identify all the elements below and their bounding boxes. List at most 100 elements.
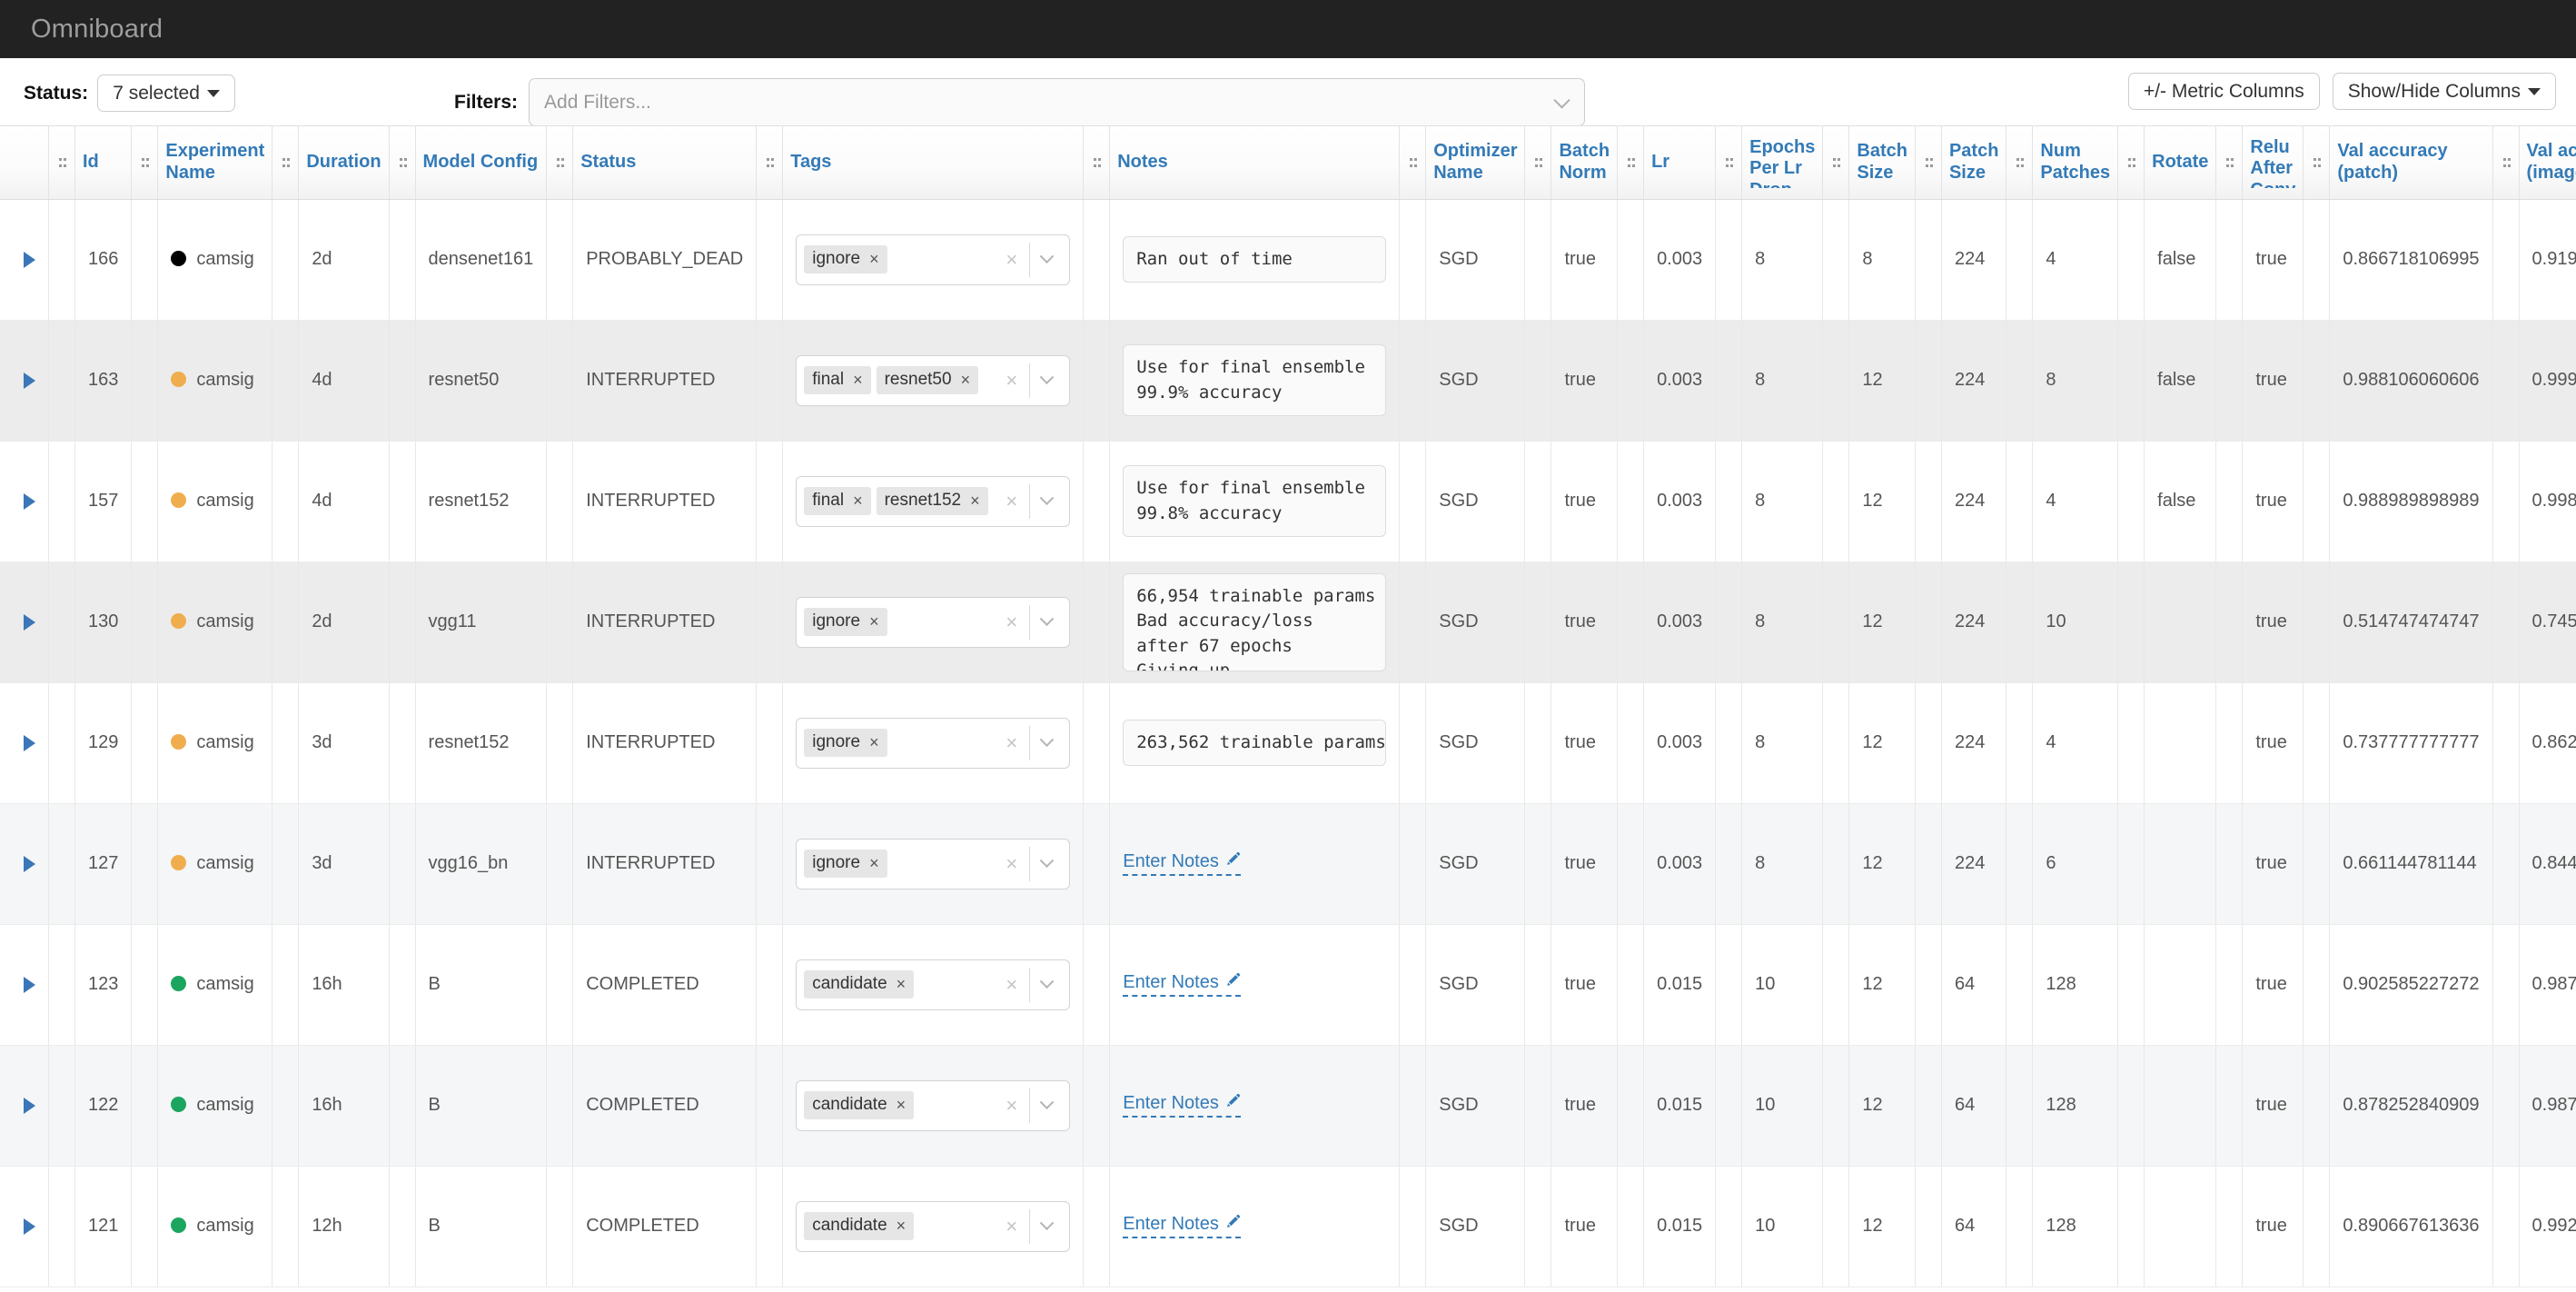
column-header-optimizer_name[interactable]: Optimizer Name [1425,126,1525,200]
remove-tag-icon[interactable]: × [869,854,879,873]
tags-select[interactable]: ignore × × [796,717,1071,769]
row-expander-cell[interactable] [0,562,49,683]
expand-row-triangle-icon[interactable] [24,1097,35,1114]
notes-text[interactable]: Ran out of time [1123,235,1387,283]
expand-row-triangle-icon[interactable] [24,492,35,510]
tag-chip[interactable]: candidate × [804,1212,915,1240]
notes-text[interactable]: 263,562 trainable params [1123,719,1387,767]
column-header-batch_size[interactable]: Batch Size [1848,126,1916,200]
expand-row-triangle-icon[interactable] [24,613,35,631]
tags-select[interactable]: candidate × × [796,1079,1071,1131]
column-drag-handle-epochs_per_lr[interactable] [1715,126,1743,200]
enter-notes-link[interactable]: Enter Notes [1123,1214,1241,1238]
column-header-val_accuracy_patch[interactable]: Val accuracy (patch) [2329,126,2493,200]
tags-select[interactable]: ignore × × [796,596,1071,648]
tag-chip[interactable]: final × [804,487,871,515]
column-drag-handle-lr[interactable] [1617,126,1645,200]
column-header-rotate[interactable]: Rotate [2144,126,2216,200]
row-expander-cell[interactable] [0,320,49,442]
column-drag-handle-patch_size[interactable] [1914,126,1942,200]
row-expander-cell[interactable] [0,441,49,562]
clear-tags-icon[interactable]: × [994,731,1029,755]
column-header-model_config[interactable]: Model Config [415,126,547,200]
tags-select[interactable]: final × resnet50 × × [796,354,1071,406]
runs-table-container[interactable]: Id Experiment Name Duration Model Config Sta… [0,125,2576,1292]
table-row[interactable]: 163 camsig 4d resnet50 INTERRUPTED final × resn… [0,320,2576,442]
column-drag-handle-val_accuracy_image[interactable] [2492,126,2520,200]
column-drag-handle-batch_size[interactable] [1822,126,1850,200]
column-drag-handle-duration[interactable] [272,126,300,200]
tags-dropdown-chevron-icon[interactable] [1030,1095,1064,1110]
tags-select[interactable]: final × resnet152 × × [796,475,1071,527]
table-row[interactable]: 123 camsig 16h B COMPLETED candidate × × Enter N… [0,924,2576,1046]
expand-row-triangle-icon[interactable] [24,372,35,389]
column-drag-handle-optimizer_name[interactable] [1399,126,1427,200]
tag-chip[interactable]: candidate × [804,970,915,999]
tag-chip[interactable]: candidate × [804,1091,915,1119]
column-drag-handle-notes[interactable] [1083,126,1111,200]
column-drag-handle-model_config[interactable] [388,126,416,200]
column-drag-handle-rotate[interactable] [2117,126,2145,200]
tag-chip[interactable]: final × [804,366,871,394]
notes-text[interactable]: 66,954 trainable params Bad accuracy/los… [1123,572,1387,671]
remove-tag-icon[interactable]: × [897,1096,907,1115]
enter-notes-link[interactable]: Enter Notes [1123,851,1241,876]
tag-chip[interactable]: ignore × [804,608,887,636]
tags-dropdown-chevron-icon[interactable] [1030,974,1064,989]
remove-tag-icon[interactable]: × [853,371,863,390]
column-header-num_patches[interactable]: Num Patches [2032,126,2118,200]
clear-tags-icon[interactable]: × [994,1215,1029,1238]
column-drag-handle-relu_after_conv[interactable] [2215,126,2244,200]
table-row[interactable]: 129 camsig 3d resnet152 INTERRUPTED ignore × × 2… [0,682,2576,804]
show-hide-columns-button[interactable]: Show/Hide Columns [2332,73,2556,110]
tags-select[interactable]: candidate × × [796,1200,1071,1252]
enter-notes-link[interactable]: Enter Notes [1123,972,1241,997]
column-header-duration[interactable]: Duration [298,126,390,200]
column-header-val_accuracy_image[interactable]: Val accuracy (image) [2519,126,2576,200]
expand-row-triangle-icon[interactable] [24,251,35,268]
notes-text[interactable]: Use for final ensemble 99.9% accuracy [1123,343,1387,417]
remove-tag-icon[interactable]: × [970,492,980,511]
app-brand[interactable]: Omniboard [31,15,163,45]
expand-row-triangle-icon[interactable] [24,734,35,751]
column-header-epochs_per_lr[interactable]: Epochs Per Lr Drop [1741,126,1823,200]
row-expander-cell[interactable] [0,1045,49,1167]
remove-tag-icon[interactable]: × [897,975,907,994]
table-row[interactable]: 130 camsig 2d vgg11 INTERRUPTED ignore × × 66,95… [0,562,2576,683]
clear-tags-icon[interactable]: × [994,852,1029,876]
remove-tag-icon[interactable]: × [897,1217,907,1236]
tags-dropdown-chevron-icon[interactable] [1030,732,1064,748]
column-header-relu_after_conv[interactable]: Relu After Conv [2242,126,2304,200]
column-header-notes[interactable]: Notes [1109,126,1400,200]
expand-row-triangle-icon[interactable] [24,855,35,872]
column-drag-handle-num_patches[interactable] [2006,126,2034,200]
row-expander-cell[interactable] [0,682,49,804]
enter-notes-link[interactable]: Enter Notes [1123,1093,1241,1118]
clear-tags-icon[interactable]: × [994,973,1029,997]
column-drag-handle-id[interactable] [48,126,75,200]
clear-tags-icon[interactable]: × [994,369,1029,393]
clear-tags-icon[interactable]: × [994,611,1029,634]
column-header-batch_norm[interactable]: Batch Norm [1551,126,1618,200]
clear-tags-icon[interactable]: × [994,1094,1029,1118]
notes-text[interactable]: Use for final ensemble 99.8% accuracy [1123,464,1387,538]
clear-tags-icon[interactable]: × [994,490,1029,513]
column-drag-handle-tags[interactable] [756,126,784,200]
clear-tags-icon[interactable]: × [994,248,1029,272]
row-expander-cell[interactable] [0,199,49,321]
tags-dropdown-chevron-icon[interactable] [1030,249,1064,264]
row-expander-cell[interactable] [0,924,49,1046]
column-drag-handle-batch_norm[interactable] [1524,126,1552,200]
tags-select[interactable]: ignore × × [796,838,1071,889]
row-expander-cell[interactable] [0,803,49,925]
tag-chip[interactable]: ignore × [804,245,887,273]
table-row[interactable]: 127 camsig 3d vgg16_bn INTERRUPTED ignore × × En… [0,803,2576,925]
remove-tag-icon[interactable]: × [961,371,971,390]
expand-row-triangle-icon[interactable] [24,1217,35,1235]
column-header-lr[interactable]: Lr [1643,126,1716,200]
column-header-id[interactable]: Id [74,126,132,200]
remove-tag-icon[interactable]: × [853,492,863,511]
add-filters-select[interactable]: Add Filters... [529,78,1586,126]
tags-dropdown-chevron-icon[interactable] [1030,611,1064,627]
tag-chip[interactable]: resnet152 × [876,487,988,515]
